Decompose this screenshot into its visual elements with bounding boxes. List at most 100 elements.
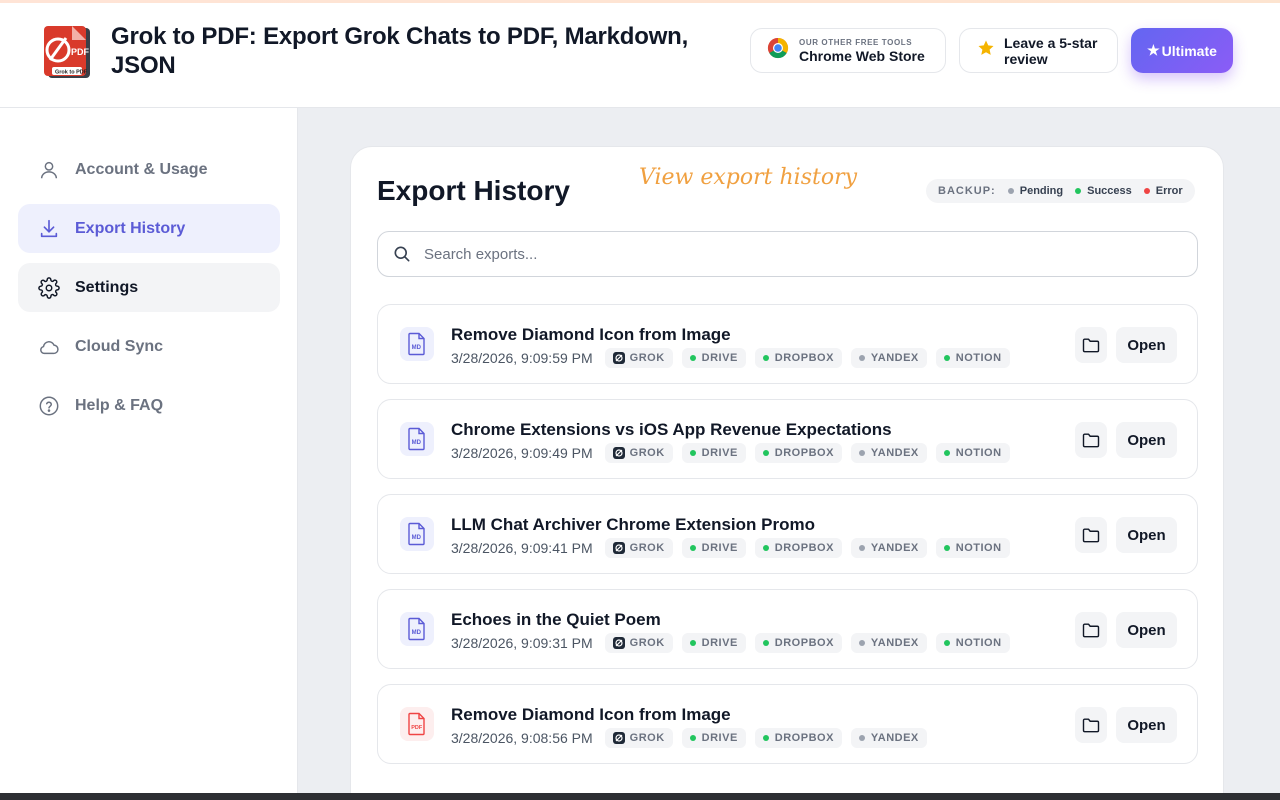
help-icon	[39, 396, 59, 415]
export-date: 3/28/2026, 9:09:49 PM	[451, 445, 593, 461]
export-date: 3/28/2026, 9:09:31 PM	[451, 635, 593, 651]
leave-review-button[interactable]: Leave a 5-star review	[959, 28, 1118, 73]
backup-label: YANDEX	[870, 352, 919, 364]
ultimate-button[interactable]: ★ Ultimate	[1131, 28, 1233, 73]
backup-label: DROPBOX	[774, 542, 834, 554]
source-chip: GROK	[604, 728, 673, 748]
export-date: 3/28/2026, 9:09:59 PM	[451, 350, 593, 366]
annotation-hint: View export history	[639, 165, 858, 190]
grok-icon	[612, 447, 625, 459]
pending-dot-icon	[858, 735, 865, 741]
sidebar-item-label: Help & FAQ	[75, 396, 164, 414]
folder-icon	[1082, 623, 1100, 638]
markdown-file-icon: MD	[400, 422, 434, 456]
cws-eyebrow: OUR OTHER FREE TOOLS	[799, 37, 913, 47]
backup-chip: YANDEX	[850, 728, 927, 748]
backup-chip: DRIVE	[681, 633, 746, 653]
legend-item-label: Success	[1087, 185, 1132, 197]
open-button[interactable]: Open	[1116, 517, 1177, 553]
success-dot-icon	[943, 640, 950, 646]
export-meta: 3/28/2026, 9:09:49 PM GROK DRIVE DROPBOX YAN…	[451, 443, 1019, 463]
source-chip: GROK	[604, 633, 673, 653]
chrome-web-store-button[interactable]: OUR OTHER FREE TOOLS Chrome Web Store	[750, 28, 946, 73]
export-meta: 3/28/2026, 9:09:59 PM GROK DRIVE DROPBOX YAN…	[451, 348, 1019, 368]
export-row[interactable]: MD LLM Chat Archiver Chrome Extension Pro…	[377, 494, 1198, 574]
star-icon	[977, 39, 995, 62]
success-dot-icon	[943, 450, 950, 456]
sidebar-item-settings[interactable]: Settings	[18, 263, 280, 312]
legend-item-label: Error	[1155, 185, 1183, 197]
success-dot-icon	[943, 545, 950, 551]
export-meta: 3/28/2026, 9:09:31 PM GROK DRIVE DROPBOX YAN…	[451, 633, 1019, 653]
cloud-icon	[40, 340, 59, 354]
open-folder-button[interactable]	[1075, 707, 1107, 743]
pending-dot-icon	[858, 355, 865, 361]
success-dot-icon	[689, 735, 696, 741]
sidebar-item-help[interactable]: Help & FAQ	[18, 381, 280, 430]
sidebar-item-label: Account & Usage	[75, 160, 208, 178]
export-row[interactable]: MD Echoes in the Quiet Poem 3/28/2026, 9:0…	[377, 589, 1198, 669]
grok-icon	[612, 352, 625, 364]
backup-chip: NOTION	[935, 538, 1010, 558]
open-button[interactable]: Open	[1116, 327, 1177, 363]
grok-icon	[612, 732, 625, 744]
backup-chip: DRIVE	[681, 443, 746, 463]
sidebar: Account & Usage Export History Settings …	[0, 108, 298, 800]
legend-item-label: Pending	[1019, 185, 1064, 197]
logo-text: PDF	[71, 47, 90, 57]
star-icon: ★	[1147, 42, 1160, 58]
sidebar-item-export-history[interactable]: Export History	[18, 204, 280, 253]
source-chip: GROK	[604, 443, 673, 463]
search-box	[377, 231, 1198, 277]
pdf-file-icon: PDF	[400, 707, 434, 741]
open-folder-button[interactable]	[1075, 327, 1107, 363]
open-folder-button[interactable]	[1075, 517, 1107, 553]
open-button[interactable]: Open	[1116, 422, 1177, 458]
export-row[interactable]: MD Remove Diamond Icon from Image 3/28/202…	[377, 304, 1198, 384]
success-dot-icon	[762, 640, 769, 646]
folder-icon	[1082, 528, 1100, 543]
backup-label: DRIVE	[701, 352, 738, 364]
folder-icon	[1082, 718, 1100, 733]
search-input[interactable]	[424, 245, 1184, 263]
page-title: Export History	[377, 175, 570, 206]
backup-chip: DRIVE	[681, 348, 746, 368]
backup-chip: NOTION	[935, 348, 1010, 368]
backup-label: YANDEX	[870, 732, 919, 744]
export-date: 3/28/2026, 9:08:56 PM	[451, 730, 593, 746]
backup-label: DRIVE	[701, 447, 738, 459]
grok-icon	[612, 637, 625, 649]
file-type-label: MD	[412, 630, 422, 636]
sidebar-item-cloud-sync[interactable]: Cloud Sync	[18, 322, 280, 371]
source-label: GROK	[629, 447, 665, 459]
legend-success: Success	[1075, 185, 1132, 197]
file-type-label: PDF	[411, 725, 423, 731]
success-dot-icon	[1075, 188, 1082, 194]
cws-label: Chrome Web Store	[799, 47, 925, 64]
sidebar-item-label: Settings	[75, 278, 139, 296]
user-icon	[40, 161, 58, 178]
open-folder-button[interactable]	[1075, 612, 1107, 648]
open-folder-button[interactable]	[1075, 422, 1107, 458]
success-dot-icon	[689, 450, 696, 456]
export-title: LLM Chat Archiver Chrome Extension Promo	[451, 515, 815, 534]
backup-chip: NOTION	[935, 633, 1010, 653]
export-row[interactable]: PDF Remove Diamond Icon from Image 3/28/20…	[377, 684, 1198, 764]
sidebar-item-account[interactable]: Account & Usage	[18, 145, 280, 194]
success-dot-icon	[762, 545, 769, 551]
backup-label: DROPBOX	[774, 732, 834, 744]
backup-label: DRIVE	[701, 637, 738, 649]
legend-pending: Pending	[1007, 185, 1064, 197]
backup-label: NOTION	[955, 637, 1002, 649]
open-button[interactable]: Open	[1116, 612, 1177, 648]
backup-chip: DROPBOX	[754, 633, 842, 653]
success-dot-icon	[689, 640, 696, 646]
export-row[interactable]: MD Chrome Extensions vs iOS App Revenue E…	[377, 399, 1198, 479]
open-button[interactable]: Open	[1116, 707, 1177, 743]
file-type-label: MD	[412, 345, 422, 351]
backup-chip: YANDEX	[850, 443, 927, 463]
logo-caption: Grok to PDF	[55, 70, 88, 76]
chrome-icon	[767, 37, 789, 64]
backup-chip: NOTION	[935, 443, 1010, 463]
export-meta: 3/28/2026, 9:08:56 PM GROK DRIVE DROPBOX YAN…	[451, 728, 936, 748]
